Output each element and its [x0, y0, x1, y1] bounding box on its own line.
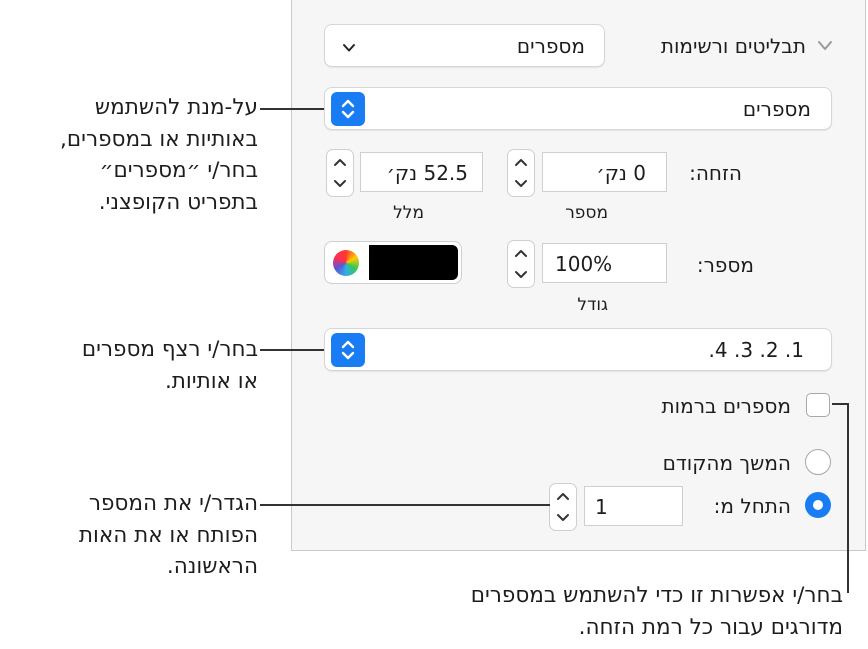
callout-type-popup: על-מנת להשתמש באותיות או במספרים, בחר/י … [60, 92, 258, 218]
number-color-well[interactable] [324, 241, 462, 284]
chevron-down-icon [341, 39, 357, 52]
callout-tiered: בחר/י אפשרות זו כדי להשתמש במספרים מדורג… [471, 580, 843, 643]
text-indent-caption: מלל [393, 203, 424, 223]
callout-leader-line [260, 108, 324, 110]
start-at-label: התחל מ: [713, 494, 791, 518]
callout-line: הגדר/י את המספר [88, 491, 258, 516]
number-size-caption: גודל [577, 295, 608, 315]
callout-line: בתפריט הקופצני. [98, 189, 258, 215]
text-indent-stepper[interactable] [326, 149, 354, 197]
number-sequence-value: 1. 2. 3. 4. [708, 338, 804, 362]
start-at-stepper[interactable] [549, 483, 577, 531]
number-indent-value: 0 נק׳ [596, 161, 646, 185]
bullet-type-popup[interactable]: מספרים [324, 87, 832, 130]
callout-leader-line [260, 504, 550, 506]
callout-line: מדורגים עבור כל רמת הזחה. [578, 614, 843, 640]
start-at-radio[interactable] [805, 492, 831, 518]
number-indent-caption: מספר [565, 203, 608, 223]
number-size-label: מספר: [696, 253, 754, 277]
text-indent-field[interactable]: 52.5 נק׳ [360, 152, 483, 192]
callout-sequence: בחר/י רצף מספרים או אותיות. [82, 334, 258, 397]
callout-line: בחר/י אפשרות זו כדי להשתמש במספרים [470, 583, 843, 608]
text-indent-value: 52.5 נק׳ [386, 161, 468, 185]
bullet-type-value: מספרים [742, 97, 811, 121]
indent-label: הזחה: [689, 161, 742, 185]
number-size-value: 100% [555, 252, 613, 276]
radio-selected-dot [813, 500, 823, 510]
callout-line: על-מנת להשתמש [94, 95, 258, 120]
list-style-value: מספרים [516, 34, 585, 58]
popup-stepper-icon [331, 333, 365, 367]
callout-leader-line [260, 349, 324, 351]
callout-leader-line [847, 403, 849, 593]
number-indent-field[interactable]: 0 נק׳ [542, 152, 667, 192]
callout-line: או אותיות. [164, 368, 258, 394]
start-at-value: 1 [595, 495, 608, 519]
callout-line: הראשונה. [166, 554, 258, 579]
continue-from-previous-radio[interactable] [805, 449, 831, 475]
tiered-numbers-checkbox[interactable] [806, 393, 830, 417]
callout-start-at: הגדר/י את המספר הפותח או את האות הראשונה… [79, 488, 258, 583]
tiered-numbers-label: מספרים ברמות [661, 394, 791, 418]
callout-leader-line [832, 403, 848, 405]
number-indent-stepper[interactable] [507, 149, 535, 197]
number-size-stepper[interactable] [507, 240, 535, 288]
list-style-popup[interactable]: מספרים [324, 24, 605, 67]
number-sequence-popup[interactable]: 1. 2. 3. 4. [324, 328, 832, 371]
start-at-field[interactable]: 1 [584, 486, 683, 526]
color-wheel-icon[interactable] [333, 250, 359, 276]
color-swatch[interactable] [369, 245, 458, 280]
callout-line: בחר/י ״מספרים״ [99, 158, 258, 183]
callout-line: הפותח או את האות [78, 522, 258, 548]
continue-label: המשך מהקודם [662, 451, 791, 475]
callout-line: בחר/י רצף מספרים [81, 337, 258, 362]
callout-line: באותיות או במספרים, [60, 126, 258, 152]
section-title: תבליטים ורשימות [660, 34, 806, 58]
number-size-field[interactable]: 100% [542, 243, 667, 283]
section-collapse-chevron-icon[interactable] [815, 38, 835, 54]
popup-stepper-icon [331, 92, 365, 126]
